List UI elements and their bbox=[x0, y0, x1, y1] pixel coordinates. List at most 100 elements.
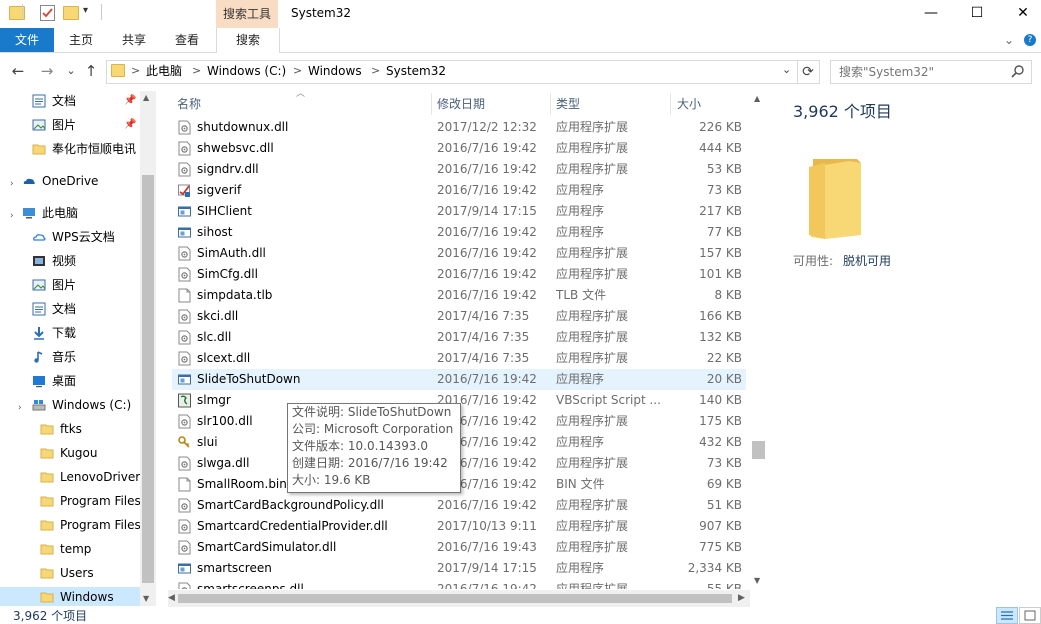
column-divider[interactable] bbox=[431, 93, 432, 115]
file-row[interactable]: SlideToShutDown 2016/7/16 19:42 应用程序 20 KB bbox=[172, 369, 746, 390]
scroll-up-arrow[interactable]: ▲ bbox=[754, 94, 760, 103]
file-date: 2016/7/16 19:42 bbox=[437, 288, 537, 302]
sidebar-item[interactable]: 文档 📌 bbox=[0, 91, 140, 115]
maximize-button[interactable]: ☐ bbox=[954, 0, 1000, 28]
column-header-size[interactable]: 大小 bbox=[677, 94, 701, 116]
breadcrumb-windows[interactable]: Windows bbox=[308, 63, 362, 79]
file-row[interactable]: simpdata.tlb 2016/7/16 19:42 TLB 文件 8 KB bbox=[172, 285, 746, 306]
file-list-scroll-thumb[interactable] bbox=[752, 441, 765, 459]
sidebar-item[interactable]: temp bbox=[0, 539, 140, 563]
sidebar-scroll-thumb[interactable] bbox=[142, 175, 154, 583]
column-header-date[interactable]: 修改日期 bbox=[437, 94, 485, 116]
file-type: 应用程序扩展 bbox=[556, 330, 629, 344]
sidebar-item[interactable]: WPS云文档 bbox=[0, 227, 140, 251]
horizontal-scroll-thumb[interactable] bbox=[178, 594, 732, 603]
tab-file[interactable]: 文件 bbox=[0, 28, 54, 52]
tab-home[interactable]: 主页 bbox=[56, 28, 106, 52]
file-row[interactable]: SmartcardCredentialProvider.dll 2017/10/1… bbox=[172, 516, 746, 537]
sidebar-item[interactable]: 文档 bbox=[0, 299, 140, 323]
breadcrumb-separator[interactable]: > bbox=[192, 63, 201, 79]
close-button[interactable]: ✕ bbox=[1000, 0, 1041, 28]
sidebar-item[interactable]: 视频 bbox=[0, 251, 140, 275]
file-row[interactable]: shwebsvc.dll 2016/7/16 19:42 应用程序扩展 444 KB bbox=[172, 138, 746, 159]
file-row[interactable]: SmartCardBackgroundPolicy.dll 2016/7/16 1… bbox=[172, 495, 746, 516]
file-row[interactable]: skci.dll 2017/4/16 7:35 应用程序扩展 166 KB bbox=[172, 306, 746, 327]
expand-chevron-icon[interactable]: › bbox=[10, 211, 14, 221]
sidebar-item[interactable]: 奉化市恒顺电讯 bbox=[0, 139, 140, 163]
tab-share[interactable]: 共享 bbox=[108, 28, 160, 52]
sidebar-item[interactable]: 音乐 bbox=[0, 347, 140, 371]
file-row[interactable]: signdrv.dll 2016/7/16 19:42 应用程序扩展 53 KB bbox=[172, 159, 746, 180]
chevron-down-icon[interactable]: ⌄ bbox=[1004, 33, 1014, 47]
breadcrumb-this-pc[interactable]: 此电脑 bbox=[146, 63, 182, 79]
new-folder-icon[interactable] bbox=[63, 6, 79, 20]
search-icon[interactable] bbox=[1011, 64, 1025, 78]
breadcrumb-separator[interactable]: > bbox=[371, 63, 380, 79]
large-icons-view-button[interactable] bbox=[1019, 607, 1041, 624]
file-list-scrollbar[interactable] bbox=[750, 91, 767, 591]
sidebar-item[interactable]: 图片 📌 bbox=[0, 115, 140, 139]
scroll-left-arrow[interactable]: ◀ bbox=[168, 593, 175, 603]
minimize-button[interactable]: — bbox=[908, 0, 954, 28]
folder-icon bbox=[40, 422, 54, 436]
address-dropdown-icon[interactable]: ⌄ bbox=[782, 63, 791, 76]
expand-chevron-icon[interactable]: › bbox=[10, 179, 14, 189]
file-row[interactable]: sihost 2016/7/16 19:42 应用程序 77 KB bbox=[172, 222, 746, 243]
column-header-name[interactable]: 名称 bbox=[177, 94, 201, 116]
file-row[interactable]: slc.dll 2017/4/16 7:35 应用程序扩展 132 KB bbox=[172, 327, 746, 348]
sidebar-item[interactable]: 此电脑 bbox=[0, 203, 140, 227]
sidebar-item-label: Windows (C:) bbox=[52, 398, 132, 412]
file-date: 2016/7/16 19:42 bbox=[437, 498, 537, 512]
file-row[interactable]: SIHClient 2017/9/14 17:15 应用程序 217 KB bbox=[172, 201, 746, 222]
column-divider[interactable] bbox=[550, 93, 551, 115]
file-row[interactable]: SimCfg.dll 2016/7/16 19:42 应用程序扩展 101 KB bbox=[172, 264, 746, 285]
scroll-down-arrow[interactable]: ▼ bbox=[754, 576, 760, 585]
breadcrumb-system32[interactable]: System32 bbox=[386, 63, 446, 79]
breadcrumb-separator[interactable]: > bbox=[293, 63, 302, 79]
file-row[interactable]: smartscreen 2017/9/14 17:15 应用程序 2,334 KB bbox=[172, 558, 746, 579]
scroll-right-arrow[interactable]: ▶ bbox=[738, 593, 745, 603]
tab-view[interactable]: 查看 bbox=[162, 28, 212, 52]
sidebar-item[interactable]: Program Files bbox=[0, 491, 140, 515]
help-icon[interactable]: ? bbox=[1024, 34, 1036, 46]
tab-search[interactable]: 搜索 bbox=[216, 28, 280, 53]
sidebar-item[interactable]: LenovoDriver bbox=[0, 467, 140, 491]
title-bar bbox=[0, 0, 1041, 28]
search-box[interactable] bbox=[830, 60, 1032, 84]
file-name: SmartCardSimulator.dll bbox=[197, 540, 337, 554]
sidebar-item[interactable]: Program Files bbox=[0, 515, 140, 539]
sidebar-item[interactable]: 图片 bbox=[0, 275, 140, 299]
customize-toolbar-icon[interactable]: ▾ bbox=[83, 5, 88, 16]
properties-icon[interactable] bbox=[40, 5, 55, 21]
file-row[interactable]: SmartCardSimulator.dll 2016/7/16 19:43 应用程… bbox=[172, 537, 746, 558]
forward-button[interactable]: → bbox=[38, 62, 56, 80]
column-divider[interactable] bbox=[670, 93, 671, 115]
file-name: shwebsvc.dll bbox=[197, 141, 274, 155]
breadcrumb-windows-c[interactable]: Windows (C:) bbox=[207, 63, 286, 79]
file-row[interactable]: slcext.dll 2017/4/16 7:35 应用程序扩展 22 KB bbox=[172, 348, 746, 369]
file-row[interactable]: smartscreenps.dll 2016/7/16 19:42 应用程序扩展 55… bbox=[172, 579, 746, 589]
scroll-down-arrow[interactable]: ▼ bbox=[143, 594, 149, 603]
breadcrumb-separator[interactable]: > bbox=[131, 63, 140, 79]
file-type: 应用程序扩展 bbox=[556, 582, 629, 589]
sidebar-item[interactable]: Windows bbox=[0, 587, 140, 606]
scroll-up-arrow[interactable]: ▲ bbox=[143, 93, 149, 102]
sidebar-item[interactable]: OneDrive bbox=[0, 171, 140, 195]
file-row[interactable]: shutdownux.dll 2017/12/2 12:32 应用程序扩展 226 K… bbox=[172, 117, 746, 138]
sidebar-item[interactable]: 桌面 bbox=[0, 371, 140, 395]
refresh-button[interactable]: ⟳ bbox=[797, 60, 820, 84]
sidebar-item[interactable]: Users bbox=[0, 563, 140, 587]
recent-locations-button[interactable]: ⌄ bbox=[62, 62, 80, 80]
search-input[interactable] bbox=[839, 63, 1009, 81]
expand-chevron-icon[interactable]: › bbox=[18, 403, 22, 413]
file-row[interactable]: SimAuth.dll 2016/7/16 19:42 应用程序扩展 157 KB bbox=[172, 243, 746, 264]
up-button[interactable]: ↑ bbox=[82, 62, 100, 80]
sidebar-item[interactable]: Kugou bbox=[0, 443, 140, 467]
column-header-type[interactable]: 类型 bbox=[556, 94, 580, 116]
window-title: System32 bbox=[291, 6, 352, 20]
details-view-button[interactable] bbox=[996, 607, 1018, 624]
sidebar-item[interactable]: ftks bbox=[0, 419, 140, 443]
back-button[interactable]: ← bbox=[9, 62, 27, 80]
file-row[interactable]: sigverif 2016/7/16 19:42 应用程序 73 KB bbox=[172, 180, 746, 201]
sidebar-item[interactable]: 下载 bbox=[0, 323, 140, 347]
